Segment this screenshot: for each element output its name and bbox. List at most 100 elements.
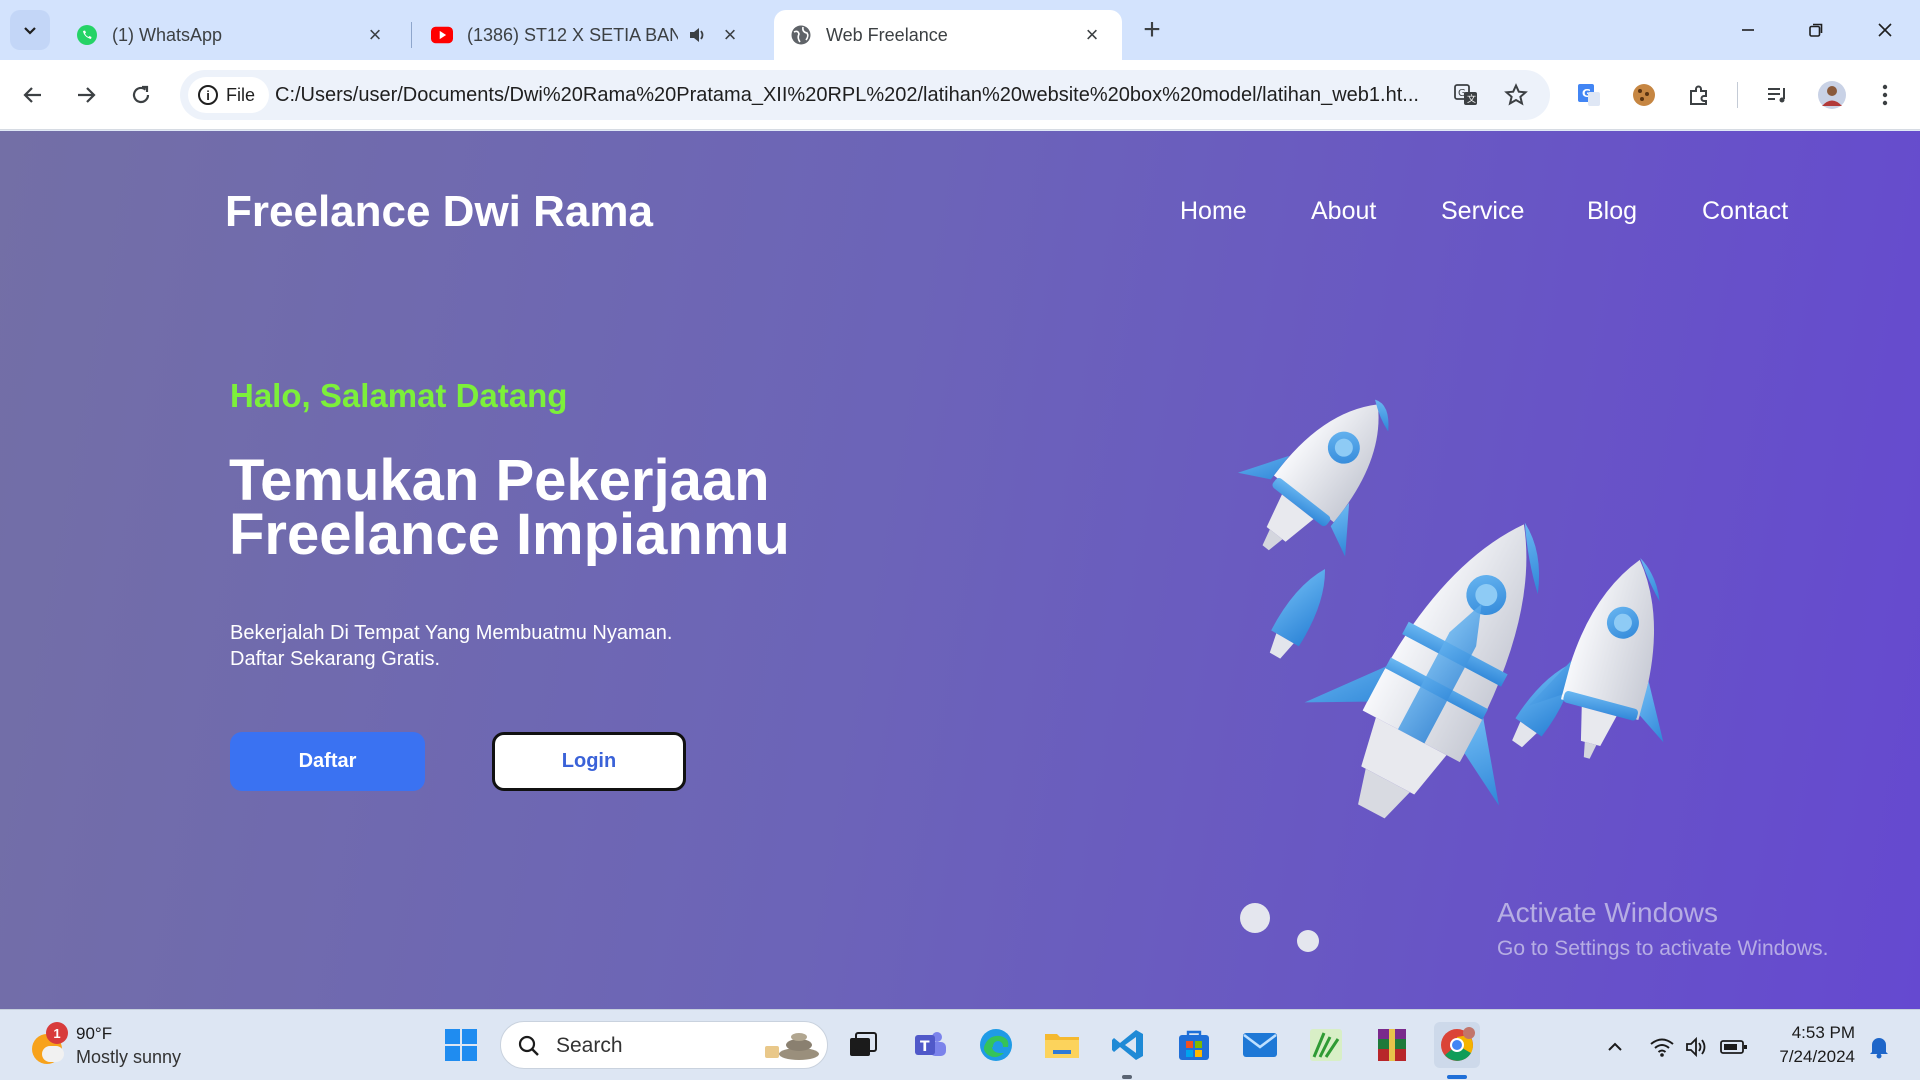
arrow-right-icon xyxy=(78,87,96,103)
svg-text:文: 文 xyxy=(1467,93,1476,105)
more-menu-icon[interactable] xyxy=(1866,76,1904,114)
tab-title: (1386) ST12 X SETIA BAND | xyxy=(467,24,678,45)
vscode-icon[interactable] xyxy=(1105,1022,1151,1068)
reload-icon xyxy=(132,85,150,104)
extensions-puzzle-icon[interactable] xyxy=(1680,76,1718,114)
winrar-icon[interactable] xyxy=(1369,1022,1415,1068)
teams-icon[interactable]: T xyxy=(907,1022,953,1068)
minimize-button[interactable] xyxy=(1718,10,1778,50)
headline-line-2: Freelance Impianmu xyxy=(229,502,790,567)
tab-web-freelance[interactable]: Web Freelance × xyxy=(774,10,1122,60)
clock-date: 7/24/2024 xyxy=(1779,1047,1855,1066)
close-icon[interactable]: × xyxy=(1078,21,1106,49)
nav-about[interactable]: About xyxy=(1311,197,1376,226)
file-explorer-icon[interactable] xyxy=(1039,1022,1085,1068)
restore-button[interactable] xyxy=(1786,10,1846,50)
tab-youtube[interactable]: (1386) ST12 X SETIA BAND | × xyxy=(415,10,760,60)
cookie-extension-icon[interactable] xyxy=(1625,76,1663,114)
tab-whatsapp[interactable]: (1) WhatsApp × xyxy=(60,10,405,60)
notification-badge: 1 xyxy=(46,1022,68,1044)
site-info-label: File xyxy=(226,84,256,105)
site-info-chip[interactable]: i File xyxy=(188,77,270,113)
speaker-icon[interactable] xyxy=(686,24,708,46)
weather-widget[interactable]: 1 90°F Mostly sunny xyxy=(28,1022,208,1070)
back-button[interactable] xyxy=(13,75,53,115)
system-clock[interactable]: 4:53 PM 7/24/2024 xyxy=(1760,1021,1855,1069)
arrow-left-icon xyxy=(23,87,41,103)
windows-taskbar: 1 90°F Mostly sunny Search T 4:53 PM 7/2… xyxy=(0,1009,1920,1080)
subtitle-line-1: Bekerjalah Di Tempat Yang Membuatmu Nyam… xyxy=(230,622,673,644)
smoke-puff-icon xyxy=(1240,903,1270,933)
globe-icon xyxy=(790,24,812,46)
site-brand[interactable]: Freelance Dwi Rama xyxy=(225,187,653,237)
tab-separator xyxy=(411,22,412,48)
hero-subtitle: Bekerjalah Di Tempat Yang Membuatmu Nyam… xyxy=(230,620,672,672)
youtube-icon xyxy=(431,24,453,46)
close-window-button[interactable] xyxy=(1855,10,1915,50)
tab-strip: (1) WhatsApp × (1386) ST12 X SETIA BAND … xyxy=(0,0,1920,60)
mail-icon[interactable] xyxy=(1237,1022,1283,1068)
taskbar-search[interactable]: Search xyxy=(500,1021,828,1069)
booster-left-icon xyxy=(1269,569,1326,659)
translate-icon[interactable]: G文 xyxy=(1452,81,1480,109)
rockets-illustration xyxy=(1237,399,1664,952)
bookmark-star-icon[interactable] xyxy=(1502,81,1530,109)
headline-line-1: Temukan Pekerjaan xyxy=(229,448,770,513)
info-icon: i xyxy=(198,85,218,105)
weather-temperature: 90°F xyxy=(76,1024,113,1043)
active-indicator xyxy=(1447,1075,1467,1079)
web-page: Freelance Dwi Rama Home About Service Bl… xyxy=(0,131,1920,1009)
forward-button[interactable] xyxy=(66,75,106,115)
battery-icon[interactable] xyxy=(1719,1032,1749,1062)
chrome-icon[interactable] xyxy=(1434,1022,1480,1068)
edge-icon[interactable] xyxy=(973,1022,1019,1068)
watermark-title: Activate Windows xyxy=(1497,897,1718,928)
notification-bell-icon[interactable] xyxy=(1864,1032,1894,1062)
close-icon[interactable]: × xyxy=(716,21,744,49)
start-button[interactable] xyxy=(438,1022,484,1068)
whatsapp-icon xyxy=(76,24,98,46)
search-highlight-icon xyxy=(765,1033,819,1060)
restore-icon xyxy=(1809,23,1823,37)
url-text[interactable]: C:/Users/user/Documents/Dwi%20Rama%20Pra… xyxy=(275,70,1445,120)
daftar-button[interactable]: Daftar xyxy=(230,732,425,791)
svg-text:T: T xyxy=(920,1039,930,1055)
sheets-app-icon[interactable] xyxy=(1303,1022,1349,1068)
profile-avatar[interactable] xyxy=(1813,76,1851,114)
new-tab-button[interactable]: + xyxy=(1136,13,1168,46)
task-view-icon[interactable] xyxy=(840,1022,886,1068)
nav-contact[interactable]: Contact xyxy=(1702,197,1788,226)
tab-title: Web Freelance xyxy=(826,24,948,45)
search-icon xyxy=(518,1035,539,1056)
microsoft-store-icon[interactable] xyxy=(1171,1022,1217,1068)
volume-icon[interactable] xyxy=(1682,1032,1712,1062)
browser-toolbar: i File C:/Users/user/Documents/Dwi%20Ram… xyxy=(0,60,1920,130)
close-icon[interactable]: × xyxy=(361,21,389,49)
address-bar[interactable]: i File C:/Users/user/Documents/Dwi%20Ram… xyxy=(180,70,1550,120)
chevron-up-icon[interactable] xyxy=(1600,1032,1630,1062)
hero-headline: Temukan Pekerjaan Freelance Impianmu xyxy=(229,448,790,567)
greeting-text: Halo, Salamat Datang xyxy=(230,377,568,414)
rocket-right-icon xyxy=(1528,557,1664,759)
nav-blog[interactable]: Blog xyxy=(1587,197,1637,226)
cloud-icon xyxy=(42,1046,64,1062)
wifi-icon[interactable] xyxy=(1647,1032,1677,1062)
weather-condition: Mostly sunny xyxy=(76,1047,182,1067)
reload-button[interactable] xyxy=(121,75,161,115)
media-control-icon[interactable] xyxy=(1758,76,1796,114)
tab-search-button[interactable] xyxy=(10,10,50,50)
toolbar-divider xyxy=(1737,82,1738,108)
minimize-icon xyxy=(1742,29,1754,31)
watermark-subtitle: Go to Settings to activate Windows. xyxy=(1497,937,1829,960)
windows-logo-icon xyxy=(445,1029,477,1061)
nav-service[interactable]: Service xyxy=(1441,197,1524,226)
google-translate-extension-icon[interactable]: G xyxy=(1570,76,1608,114)
nav-home[interactable]: Home xyxy=(1180,197,1247,226)
clock-time: 4:53 PM xyxy=(1791,1023,1855,1042)
tab-title: (1) WhatsApp xyxy=(112,24,223,45)
login-button[interactable]: Login xyxy=(492,732,686,791)
rocket-small-icon xyxy=(1237,399,1389,557)
close-icon xyxy=(1878,23,1892,37)
running-indicator xyxy=(1122,1075,1132,1079)
smoke-puff-icon xyxy=(1297,930,1319,952)
